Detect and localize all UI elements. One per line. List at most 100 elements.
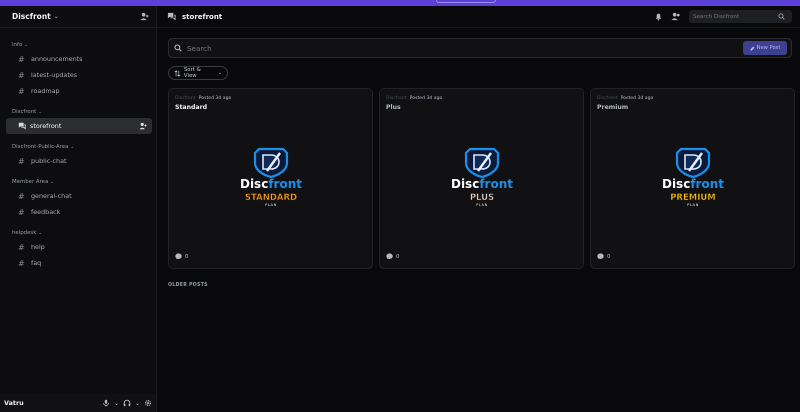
category-helpdesk[interactable]: helpdesk ⌄ xyxy=(0,227,156,239)
channel-general-chat[interactable]: # general-chat xyxy=(6,188,152,204)
chevron-down-icon[interactable]: ⌄ xyxy=(114,400,119,407)
chevron-down-icon: ⌄ xyxy=(217,70,222,76)
chevron-down-icon: ⌄ xyxy=(50,179,55,185)
post-card-plus[interactable]: Discfront Posted 3d ago Plus Discfront PLU… xyxy=(379,88,584,269)
username[interactable]: Vatru xyxy=(4,399,24,407)
post-meta: Discfront Posted 3d ago xyxy=(175,96,231,101)
category-label: helpdesk xyxy=(12,230,37,236)
chevron-down-icon: ⌄ xyxy=(53,13,59,20)
channel-help[interactable]: # help xyxy=(6,239,152,255)
channel-label: public-chat xyxy=(31,157,67,165)
sort-view-button[interactable]: Sort & View ⌄ xyxy=(168,66,228,80)
older-posts-label: OLDER POSTS xyxy=(168,283,208,288)
app: Discfront ⌄ Info ⌄ # announcements # latest… xyxy=(0,6,800,412)
add-member-icon[interactable] xyxy=(138,11,150,23)
post-time: Posted 3d ago xyxy=(198,96,232,101)
category-label: Discfront-Public-Area xyxy=(12,144,69,150)
logo-brand-text: Discfront xyxy=(240,177,302,191)
comment-icon xyxy=(386,253,393,260)
window-notch xyxy=(436,0,496,3)
new-post-icon xyxy=(750,46,755,50)
logo-sub-text: PLAN xyxy=(265,203,277,207)
channel-header: storefront xyxy=(157,6,800,28)
hash-icon: # xyxy=(18,242,25,252)
microphone-icon[interactable] xyxy=(102,399,110,407)
plan-logo: Discfront PLUSPLAN xyxy=(451,147,513,207)
forum-icon xyxy=(18,122,26,130)
hash-icon: # xyxy=(18,156,25,166)
logo-sub-text: PLAN xyxy=(687,203,699,207)
channel-roadmap[interactable]: # roadmap xyxy=(6,83,152,99)
header-search-input[interactable] xyxy=(693,13,778,20)
post-title: Premium xyxy=(597,104,629,111)
post-card-premium[interactable]: Discfront Posted 3d ago Premium Discfront… xyxy=(590,88,795,269)
forum-search-bar[interactable]: New Post xyxy=(168,38,792,58)
search-icon xyxy=(778,13,785,20)
post-meta: Discfront Posted 3d ago xyxy=(597,96,653,101)
post-title: Plus xyxy=(386,104,401,111)
user-panel: Vatru ⌄ ⌄ xyxy=(0,394,156,412)
channel-sidebar: Discfront ⌄ Info ⌄ # announcements # latest… xyxy=(0,6,157,412)
post-title: Standard xyxy=(175,104,208,111)
main-content: storefront New Post Sort & View ⌄ xyxy=(157,6,800,412)
post-card-standard[interactable]: Discfront Posted 3d ago Standard Discfron… xyxy=(168,88,373,269)
channel-latest-updates[interactable]: # latest-updates xyxy=(6,67,152,83)
gear-icon[interactable] xyxy=(144,399,152,407)
new-post-button[interactable]: New Post xyxy=(743,41,787,55)
post-author: Discfront xyxy=(386,96,407,101)
plan-logo: Discfront STANDARDPLAN xyxy=(240,147,302,207)
category-label: Discfront xyxy=(12,109,37,115)
new-post-label: New Post xyxy=(756,45,781,51)
logo-brand-text: Discfront xyxy=(662,177,724,191)
sort-label: Sort & View xyxy=(183,67,201,79)
channel-storefront[interactable]: storefront xyxy=(6,118,152,134)
chevron-down-icon: ⌄ xyxy=(38,109,43,115)
forum-icon xyxy=(167,12,176,21)
comment-count: 0 xyxy=(396,253,400,260)
comment-icon xyxy=(597,253,604,260)
category-label: Member Area xyxy=(12,179,49,185)
logo-sub-text: PLAN xyxy=(476,203,488,207)
chevron-down-icon: ⌄ xyxy=(38,230,43,236)
member-list-icon[interactable] xyxy=(671,12,681,21)
channel-faq[interactable]: # faq xyxy=(6,255,152,271)
channel-title: storefront xyxy=(182,12,223,21)
channel-feedback[interactable]: # feedback xyxy=(6,204,152,220)
hash-icon: # xyxy=(18,191,25,201)
post-grid: Discfront Posted 3d ago Standard Discfron… xyxy=(168,88,795,269)
chevron-down-icon[interactable]: ⌄ xyxy=(135,400,140,407)
post-comments: 0 xyxy=(175,253,188,260)
channel-label: announcements xyxy=(31,55,83,63)
add-member-icon[interactable] xyxy=(139,122,147,130)
headphones-icon[interactable] xyxy=(123,399,131,407)
channel-label: feedback xyxy=(31,208,61,216)
post-comments: 0 xyxy=(386,253,399,260)
comment-icon xyxy=(175,253,182,260)
plan-logo: Discfront PREMIUMPLAN xyxy=(662,147,724,207)
category-member-area[interactable]: Member Area ⌄ xyxy=(0,176,156,188)
logo-plan-text: PLUS xyxy=(470,193,494,203)
server-header[interactable]: Discfront ⌄ xyxy=(0,6,156,28)
channel-label: roadmap xyxy=(31,87,60,95)
server-name: Discfront xyxy=(12,12,51,21)
post-author: Discfront xyxy=(175,96,196,101)
channel-public-chat[interactable]: # public-chat xyxy=(6,153,152,169)
forum-search-input[interactable] xyxy=(187,43,743,53)
post-comments: 0 xyxy=(597,253,610,260)
category-info[interactable]: Info ⌄ xyxy=(0,39,156,51)
hash-icon: # xyxy=(18,258,25,268)
post-author: Discfront xyxy=(597,96,618,101)
logo-plan-text: PREMIUM xyxy=(670,193,716,203)
channel-label: general-chat xyxy=(31,192,72,200)
channel-announcements[interactable]: # announcements xyxy=(6,51,152,67)
category-label: Info xyxy=(12,42,23,48)
chevron-down-icon: ⌄ xyxy=(70,144,75,150)
header-search[interactable] xyxy=(689,10,792,23)
hash-icon: # xyxy=(18,207,25,217)
bell-icon[interactable] xyxy=(654,12,663,21)
comment-count: 0 xyxy=(607,253,611,260)
hash-icon: # xyxy=(18,70,25,80)
category-discfront[interactable]: Discfront ⌄ xyxy=(0,106,156,118)
post-time: Posted 3d ago xyxy=(620,96,654,101)
category-public-area[interactable]: Discfront-Public-Area ⌄ xyxy=(0,141,156,153)
